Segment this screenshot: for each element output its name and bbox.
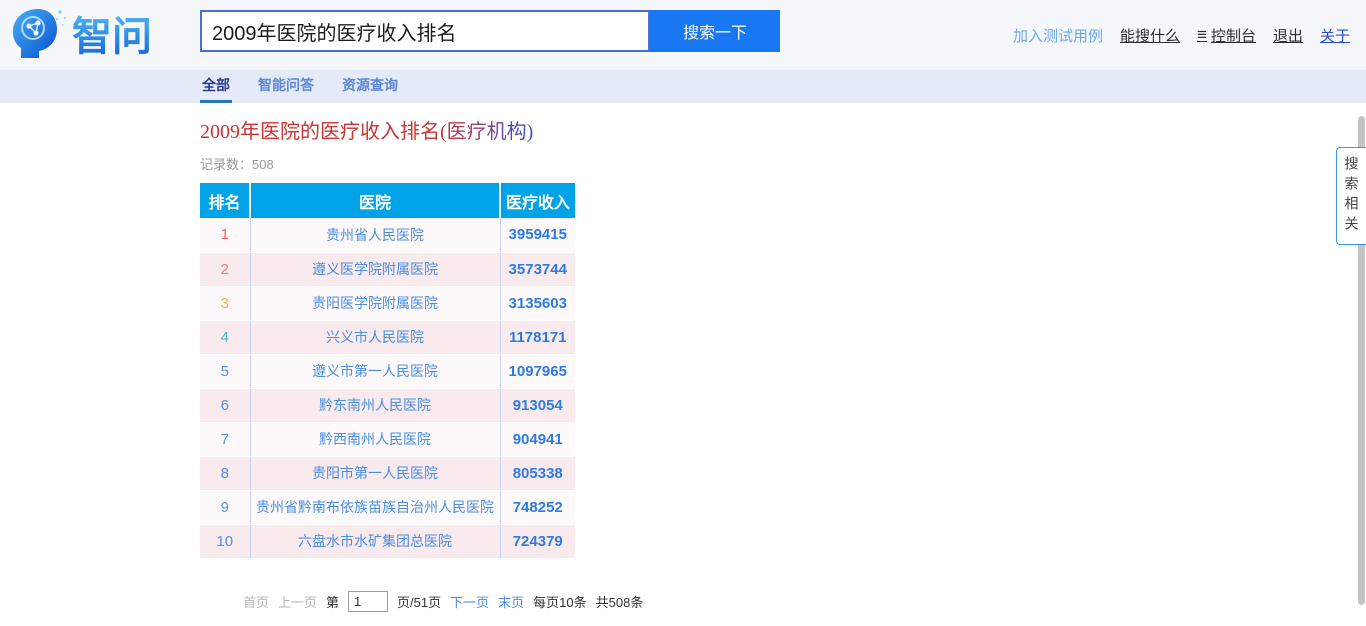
tab-all[interactable]: 全部	[200, 70, 232, 103]
income-cell: 1178171	[500, 320, 575, 354]
hospital-link[interactable]: 黔西南州人民医院	[250, 422, 500, 456]
page-number-input[interactable]	[348, 591, 388, 612]
hospital-link[interactable]: 贵州省人民医院	[250, 218, 500, 252]
nav-join-test-case[interactable]: 加入测试用例	[1013, 25, 1103, 46]
table-row: 1 贵州省人民医院 3959415	[200, 218, 575, 252]
page: 智问 搜索一下 加入测试用例 能搜什么 ≡ 控制台 退出 关于 全部 智能问答 …	[0, 0, 1366, 626]
header-hospital: 医院	[250, 183, 500, 218]
rank-cell: 3	[200, 286, 250, 320]
search-related-label: 搜索相关	[1338, 156, 1366, 236]
result-title: 2009年医院的医疗收入排名(医疗机构)	[200, 115, 1366, 144]
pagination: 首页 上一页 第 页/51页 下一页 末页 每页10条 共508条	[243, 591, 1366, 612]
search-button[interactable]: 搜索一下	[650, 10, 780, 52]
header-income: 医疗收入	[500, 183, 575, 218]
table-row: 10 六盘水市水矿集团总医院 724379	[200, 524, 575, 558]
rank-cell: 1	[200, 218, 250, 252]
nav-what-can-search[interactable]: 能搜什么	[1120, 25, 1180, 46]
income-cell: 913054	[500, 388, 575, 422]
result-title-main: 2009年医院的医疗收入排名	[200, 121, 440, 143]
page-next[interactable]: 下一页	[450, 592, 489, 611]
table-row: 6 黔东南州人民医院 913054	[200, 388, 575, 422]
ranking-table: 排名 医院 医疗收入 1 贵州省人民医院 3959415 2 遵义医学院附属医院…	[200, 183, 575, 559]
income-cell: 3135603	[500, 286, 575, 320]
table-row: 5 遵义市第一人民医院 1097965	[200, 354, 575, 388]
search-related-panel[interactable]: 搜索相关	[1336, 147, 1366, 245]
nav-logout[interactable]: 退出	[1273, 25, 1303, 46]
hospital-link[interactable]: 遵义医学院附属医院	[250, 252, 500, 286]
tab-resource-query[interactable]: 资源查询	[340, 70, 400, 103]
rank-cell: 10	[200, 524, 250, 558]
income-cell: 748252	[500, 490, 575, 524]
rank-cell: 7	[200, 422, 250, 456]
zhiwen-logo[interactable]: 智问	[8, 6, 178, 64]
page-first[interactable]: 首页	[243, 592, 269, 611]
page-total-label: 页/51页	[397, 592, 441, 611]
result-tabbar: 全部 智能问答 资源查询	[0, 70, 1366, 103]
table-row: 4 兴义市人民医院 1178171	[200, 320, 575, 354]
hamburger-icon: ≡	[1197, 25, 1207, 45]
hospital-link[interactable]: 黔东南州人民医院	[250, 388, 500, 422]
head-profile-icon	[13, 9, 66, 58]
nav-console-label: 控制台	[1211, 25, 1256, 46]
rank-cell: 9	[200, 490, 250, 524]
record-count: 记录数：508	[200, 154, 1366, 173]
rank-cell: 2	[200, 252, 250, 286]
table-header-row: 排名 医院 医疗收入	[200, 183, 575, 218]
rank-cell: 8	[200, 456, 250, 490]
table-row: 2 遵义医学院附属医院 3573744	[200, 252, 575, 286]
page-prefix-label: 第	[326, 592, 339, 611]
table-row: 9 贵州省黔南布依族苗族自治州人民医院 748252	[200, 490, 575, 524]
search-input[interactable]	[200, 10, 650, 52]
nav-about[interactable]: 关于	[1320, 25, 1350, 46]
tab-smart-qa[interactable]: 智能问答	[256, 70, 316, 103]
record-count-label: 记录数：	[200, 157, 252, 172]
table-row: 8 贵阳市第一人民医院 805338	[200, 456, 575, 490]
rank-cell: 5	[200, 354, 250, 388]
table-row: 3 贵阳医学院附属医院 3135603	[200, 286, 575, 320]
result-title-suffix: (医疗机构)	[440, 121, 533, 143]
hospital-link[interactable]: 兴义市人民医院	[250, 320, 500, 354]
header-bar: 智问 搜索一下 加入测试用例 能搜什么 ≡ 控制台 退出 关于	[0, 0, 1366, 70]
income-cell: 904941	[500, 422, 575, 456]
nav-console[interactable]: ≡ 控制台	[1197, 25, 1256, 46]
hospital-link[interactable]: 贵阳市第一人民医院	[250, 456, 500, 490]
income-cell: 724379	[500, 524, 575, 558]
table-row: 7 黔西南州人民医院 904941	[200, 422, 575, 456]
hospital-link[interactable]: 六盘水市水矿集团总医院	[250, 524, 500, 558]
page-last[interactable]: 末页	[498, 592, 524, 611]
hospital-link[interactable]: 遵义市第一人民医院	[250, 354, 500, 388]
header-nav: 加入测试用例 能搜什么 ≡ 控制台 退出 关于	[1013, 0, 1350, 70]
header-rank: 排名	[200, 183, 250, 218]
income-cell: 3573744	[500, 252, 575, 286]
page-prev[interactable]: 上一页	[278, 592, 317, 611]
hospital-link[interactable]: 贵阳医学院附属医院	[250, 286, 500, 320]
rank-cell: 4	[200, 320, 250, 354]
record-count-value: 508	[252, 157, 274, 172]
logo-text: 智问	[72, 15, 152, 59]
hospital-link[interactable]: 贵州省黔南布依族苗族自治州人民医院	[250, 490, 500, 524]
per-page-label: 每页10条	[533, 592, 586, 611]
income-cell: 3959415	[500, 218, 575, 252]
total-count-label: 共508条	[596, 592, 644, 611]
rank-cell: 6	[200, 388, 250, 422]
income-cell: 1097965	[500, 354, 575, 388]
income-cell: 805338	[500, 456, 575, 490]
